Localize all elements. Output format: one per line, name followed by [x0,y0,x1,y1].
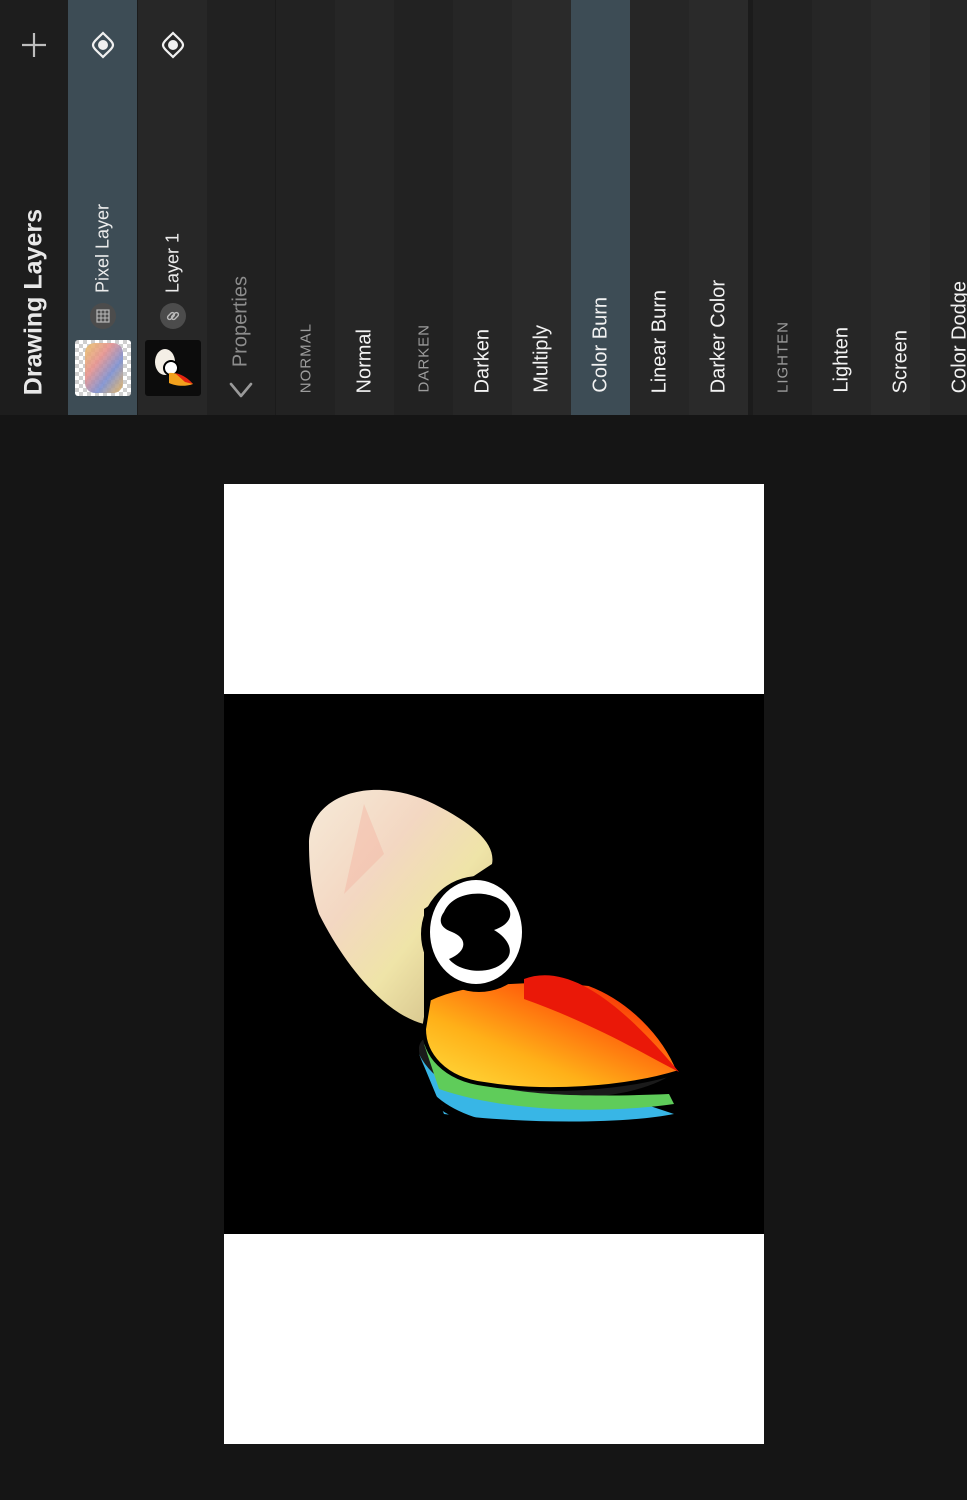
blend-mode-color-dodge[interactable]: Color Dodge [930,0,967,415]
properties-label: Properties [229,275,252,367]
visibility-icon[interactable] [159,30,187,60]
add-layer-icon[interactable] [20,31,48,59]
drawing-canvas[interactable] [224,484,764,1444]
layer-thumbnail [74,340,131,396]
blend-mode-label: Multiply [530,325,552,393]
blend-mode-screen[interactable]: Screen [871,0,930,415]
layer-thumbnail [144,340,201,396]
blend-mode-darker-color[interactable]: Darker Color [689,0,748,415]
properties-toggle[interactable]: Properties [207,0,275,415]
blend-mode-lighten[interactable]: Lighten [812,0,871,415]
blend-mode-label: Normal [353,328,375,393]
blend-section-lighten: LIGHTEN [753,0,812,415]
blend-mode-normal[interactable]: Normal [335,0,394,415]
blend-mode-label: Darken [471,328,493,393]
blend-mode-color-burn[interactable]: Color Burn [571,0,630,415]
grid-icon [89,303,116,329]
layer-name: Layer 1 [162,232,182,293]
layer-row-pixel-layer[interactable]: Pixel Layer [68,0,137,415]
blend-mode-linear-burn[interactable]: Linear Burn [630,0,689,415]
blend-section-label: NORMAL [297,322,314,393]
panel-title: Drawing Layers [19,208,48,395]
visibility-icon[interactable] [89,30,117,60]
blend-section-normal: NORMAL [276,0,335,415]
layer-name: Pixel Layer [92,203,112,293]
blend-section-darken: DARKEN [394,0,453,415]
blend-mode-label: Screen [889,329,911,393]
layers-panel: Drawing Layers Pixel Layer Layer 1 Prope… [0,0,967,415]
blend-mode-label: Darker Color [707,279,729,393]
blend-mode-darken[interactable]: Darken [453,0,512,415]
panel-header: Drawing Layers [0,0,68,415]
link-icon [159,303,186,329]
layer-row-layer-1[interactable]: Layer 1 [138,0,207,415]
blend-mode-label: Color Dodge [948,280,967,393]
blend-mode-label: Lighten [830,327,852,393]
blend-section-label: DARKEN [415,324,432,393]
blend-mode-label: Color Burn [589,297,611,393]
artwork [224,694,764,1234]
blend-mode-label: Linear Burn [648,289,670,393]
blend-mode-multiply[interactable]: Multiply [512,0,571,415]
blend-section-label: LIGHTEN [774,320,791,393]
chevron-down-icon [229,382,253,398]
